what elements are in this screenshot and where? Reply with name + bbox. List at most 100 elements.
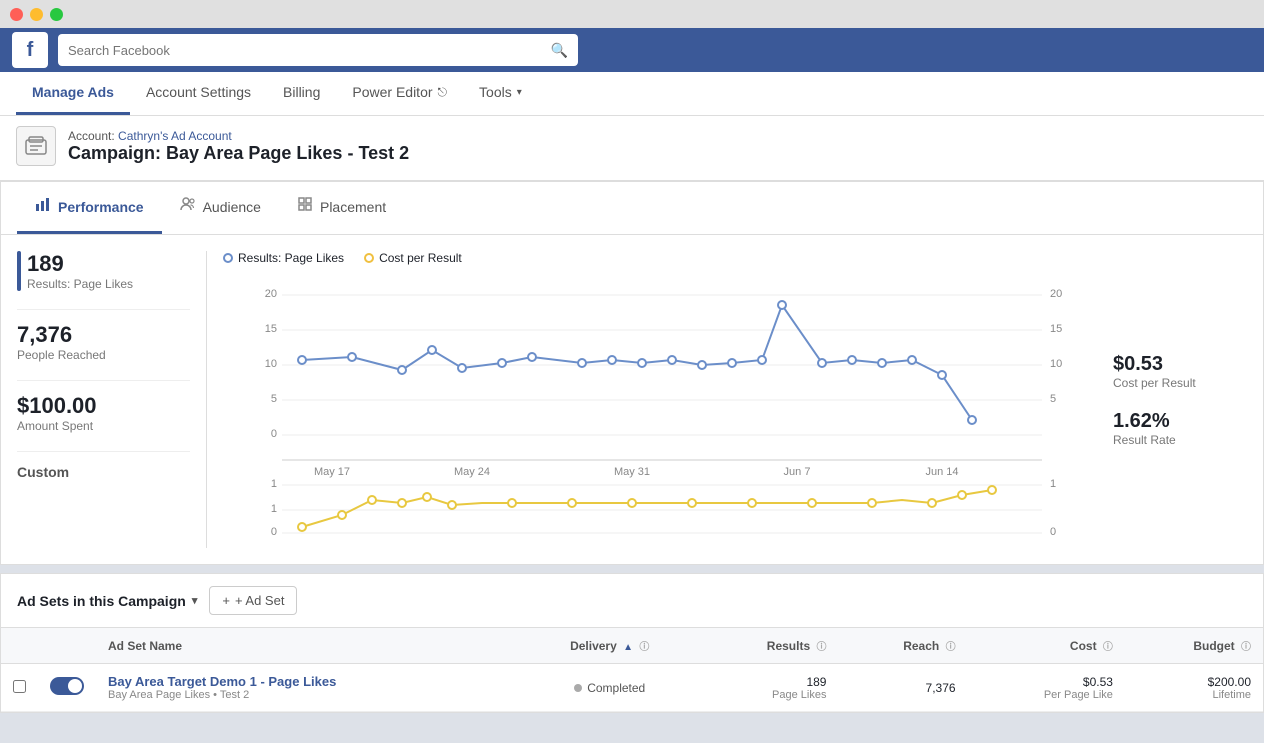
amount-spent-value: $100.00 [17,393,190,419]
fb-logo[interactable]: f [12,32,48,68]
performance-section: 189 Results: Page Likes 7,376 People Rea… [1,235,1263,564]
svg-text:20: 20 [1050,288,1062,300]
tab-audience-label: Audience [203,199,261,215]
svg-text:1: 1 [271,503,277,515]
svg-text:May 24: May 24 [454,466,490,478]
budget-info-icon[interactable]: ⓘ [1241,642,1251,653]
row-budget-cell: $200.00 Lifetime [1125,664,1263,712]
tab-placement-label: Placement [320,199,386,215]
nav-bar: Manage Ads Account Settings Billing Powe… [0,72,1264,116]
cost-per-result-metric: $0.53 Cost per Result [1113,353,1247,390]
svg-text:Jun 7: Jun 7 [784,466,811,478]
tab-performance[interactable]: Performance [17,182,162,234]
svg-text:15: 15 [1050,323,1062,335]
nav-item-manage-ads[interactable]: Manage Ads [16,72,130,115]
svg-text:5: 5 [271,393,277,405]
col-checkbox [1,628,38,664]
svg-text:May 17: May 17 [314,466,350,478]
cost-number: $0.53 [980,675,1113,689]
table-header-row: Ad Set Name Delivery ▲ ⓘ Results ⓘ Reach… [1,628,1263,664]
breadcrumb-text: Account: Cathryn's Ad Account Campaign: … [68,129,1248,164]
right-metrics: $0.53 Cost per Result 1.62% Result Rate [1097,251,1247,548]
results-number: 189 [709,675,826,689]
svg-text:May 31: May 31 [614,466,650,478]
svg-text:1: 1 [271,478,277,490]
custom-label: Custom [17,464,190,480]
results-value: 189 [27,251,190,277]
results-stat: 189 Results: Page Likes [17,251,190,291]
svg-text:10: 10 [265,358,277,370]
result-rate-label: Result Rate [1113,433,1247,447]
result-rate-value: 1.62% [1113,410,1247,433]
results-type-label: Page Likes [709,689,826,701]
nav-item-power-editor[interactable]: Power Editor ⎋ [336,72,463,115]
tab-performance-label: Performance [58,199,144,215]
search-input[interactable] [68,43,543,58]
search-icon: 🔍 [551,42,568,59]
minimize-button[interactable] [30,8,43,21]
row-cost-cell: $0.53 Per Page Like [968,664,1125,712]
table-row: Bay Area Target Demo 1 - Page Likes Bay … [1,664,1263,712]
delivery-sort-icon: ▲ [623,642,633,653]
adset-table: Ad Set Name Delivery ▲ ⓘ Results ⓘ Reach… [1,628,1263,712]
svg-text:10: 10 [1050,358,1062,370]
legend-results: Results: Page Likes [223,251,344,265]
row-checkbox-cell[interactable] [1,664,38,712]
svg-text:20: 20 [265,288,277,300]
col-name: Ad Set Name [96,628,522,664]
chart-area: Results: Page Likes Cost per Result [207,251,1097,548]
delivery-badge: Completed [574,681,645,695]
row-checkbox[interactable] [13,680,26,693]
maximize-button[interactable] [50,8,63,21]
adsets-title: Ad Sets in this Campaign ▾ [17,593,197,609]
search-bar[interactable]: 🔍 [58,34,578,66]
adsets-chevron-icon: ▾ [192,594,198,607]
add-icon: + [222,593,230,608]
legend-dot-blue [223,253,233,263]
placement-tab-icon [297,196,313,217]
add-adset-button[interactable]: + + Ad Set [209,586,297,615]
svg-text:Jun 14: Jun 14 [925,466,958,478]
perf-stats: 189 Results: Page Likes 7,376 People Rea… [17,251,207,548]
cost-per-result-value: $0.53 [1113,353,1247,376]
tab-audience[interactable]: Audience [162,182,279,234]
cost-per-result-label: Cost per Result [1113,376,1247,390]
col-results: Results ⓘ [697,628,838,664]
breadcrumb-account-link[interactable]: Cathryn's Ad Account [118,129,232,143]
reach-info-icon[interactable]: ⓘ [946,642,956,653]
people-reached-value: 7,376 [17,322,190,348]
svg-text:0: 0 [271,526,277,538]
fb-logo-letter: f [27,39,34,62]
col-delivery[interactable]: Delivery ▲ ⓘ [522,628,697,664]
ad-campaign-label: Bay Area Page Likes • Test 2 [108,689,510,701]
ad-set-name-link[interactable]: Bay Area Target Demo 1 - Page Likes [108,674,336,689]
cost-info-icon[interactable]: ⓘ [1103,642,1113,653]
cost-type-label: Per Page Like [980,689,1113,701]
row-delivery-cell: Completed [522,664,697,712]
close-button[interactable] [10,8,23,21]
row-reach-cell: 7,376 [838,664,967,712]
row-toggle[interactable] [50,677,84,695]
titlebar [0,0,1264,28]
tab-placement[interactable]: Placement [279,182,404,234]
breadcrumb-campaign: Campaign: Bay Area Page Likes - Test 2 [68,143,1248,164]
amount-spent-label: Amount Spent [17,419,190,433]
nav-item-account-settings[interactable]: Account Settings [130,72,267,115]
col-reach: Reach ⓘ [838,628,967,664]
chart-legend: Results: Page Likes Cost per Result [223,251,1081,265]
delivery-info-icon[interactable]: ⓘ [639,642,649,653]
campaign-icon [16,126,56,166]
row-toggle-cell[interactable] [38,664,96,712]
budget-number: $200.00 [1137,675,1251,689]
budget-type-label: Lifetime [1137,689,1251,701]
legend-dot-yellow [364,253,374,263]
svg-text:0: 0 [1050,526,1056,538]
nav-item-billing[interactable]: Billing [267,72,336,115]
results-label: Results: Page Likes [27,277,190,291]
result-rate-metric: 1.62% Result Rate [1113,410,1247,447]
results-info-icon[interactable]: ⓘ [816,642,826,653]
row-results-cell: 189 Page Likes [697,664,838,712]
power-editor-icon: ⎋ [438,85,448,100]
amount-spent-stat: $100.00 Amount Spent [17,393,190,433]
nav-item-tools[interactable]: Tools ▾ [463,72,538,115]
